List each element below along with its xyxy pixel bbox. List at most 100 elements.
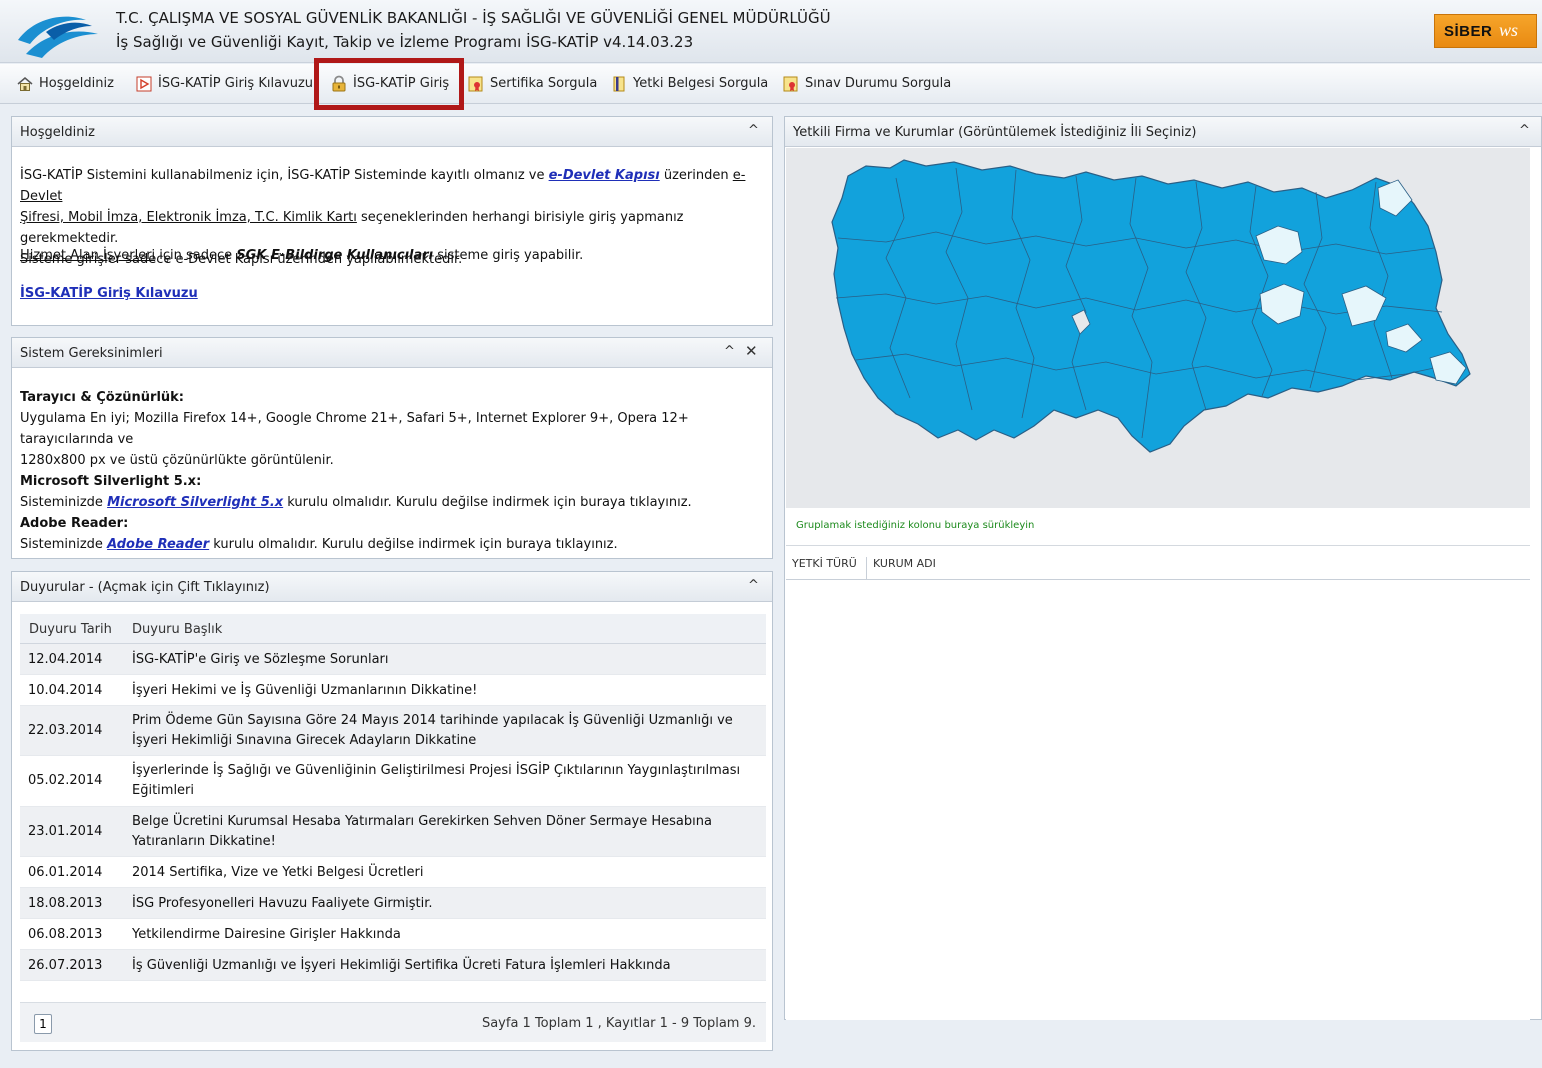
- row-date: 12.04.2014: [28, 652, 103, 667]
- row-date: 22.03.2014: [28, 723, 103, 738]
- toolbar-authorization-query-label: Yetki Belgesi Sorgula: [633, 76, 769, 91]
- table-row[interactable]: 18.08.2013 İSG Profesyonelleri Havuzu Fa…: [20, 888, 766, 919]
- table-row[interactable]: 06.08.2013 Yetkilendirme Dairesine Giriş…: [20, 919, 766, 950]
- requirements-body: Tarayıcı & Çözünürlük: Uygulama En iyi; …: [20, 387, 772, 555]
- table-row[interactable]: 22.03.2014 Prim Ödeme Gün Sayısına Göre …: [20, 706, 766, 756]
- table-row[interactable]: 10.04.2014 İşyeri Hekimi ve İş Güvenliği…: [20, 675, 766, 706]
- brand-script: ws: [1499, 20, 1519, 40]
- toolbar-exam-status-query-label: Sınav Durumu Sorgula: [805, 76, 952, 91]
- page-1-button[interactable]: 1: [34, 1014, 52, 1034]
- toolbar-welcome-label: Hoşgeldiniz: [39, 76, 114, 91]
- browser-text: Uygulama En iyi; Mozilla Firefox 14+, Go…: [20, 411, 689, 447]
- col-date-header[interactable]: Duyuru Tarih: [29, 622, 112, 637]
- row-date: 06.01.2014: [28, 865, 103, 880]
- collapse-icon[interactable]: ^: [1519, 123, 1530, 138]
- certificate-icon: [783, 76, 798, 92]
- announcements-panel-title: Duyurular - (Açmak için Çift Tıklayınız): [20, 580, 270, 595]
- firms-grid-body: [786, 580, 1530, 1020]
- requirements-text: Sisteminizde: [20, 537, 108, 552]
- adobe-heading: Adobe Reader:: [20, 516, 129, 531]
- col-type-header[interactable]: YETKİ TÜRÜ: [792, 557, 857, 570]
- table-row[interactable]: 26.07.2013 İş Güvenliği Uzmanlığı ve İşy…: [20, 950, 766, 981]
- row-date: 10.04.2014: [28, 683, 103, 698]
- firms-panel: Yetkili Firma ve Kurumlar (Görüntülemek …: [784, 116, 1542, 1020]
- brand-text: SİBER: [1444, 23, 1493, 40]
- browser-text: 1280x800 px ve üstü çözünürlükte görüntü…: [20, 453, 334, 468]
- collapse-icon[interactable]: ^: [748, 123, 759, 138]
- guide-link[interactable]: İSG-KATİP Giriş Kılavuzu: [20, 286, 198, 301]
- col-title-header[interactable]: Duyuru Başlık: [132, 622, 222, 637]
- siberws-logo: SİBER ws: [1434, 14, 1537, 48]
- col-name-header[interactable]: KURUM ADI: [873, 557, 936, 570]
- row-date: 26.07.2013: [28, 958, 103, 973]
- row-date: 23.01.2014: [28, 824, 103, 839]
- welcome-text: İSG-KATİP Sistemini kullanabilmeniz için…: [20, 168, 549, 183]
- turkey-map-area: [786, 148, 1530, 508]
- row-title: Yetkilendirme Dairesine Girişler Hakkınd…: [132, 927, 401, 942]
- document-icon: [613, 76, 625, 92]
- welcome-panel-header: Hoşgeldiniz ^: [12, 117, 772, 147]
- welcome-guide-row: İSG-KATİP Giriş Kılavuzu: [20, 283, 772, 304]
- row-date: 18.08.2013: [28, 896, 103, 911]
- ministry-logo-icon: [18, 16, 98, 58]
- row-title: İSG Profesyonelleri Havuzu Faaliyete Gir…: [132, 896, 433, 911]
- collapse-icon[interactable]: ^: [724, 344, 735, 359]
- row-title: İSG-KATİP'e Giriş ve Sözleşme Sorunları: [132, 652, 389, 667]
- announcements-panel-header: Duyurular - (Açmak için Çift Tıklayınız)…: [12, 572, 772, 602]
- page-info: Sayfa 1 Toplam 1 , Kayıtlar 1 - 9 Toplam…: [481, 1016, 756, 1031]
- welcome-panel-title: Hoşgeldiniz: [20, 125, 95, 140]
- row-title: Prim Ödeme Gün Sayısına Göre 24 Mayıs 20…: [132, 713, 733, 748]
- adobe-reader-link[interactable]: Adobe Reader: [107, 537, 209, 552]
- welcome-text: için sadece: [155, 248, 237, 263]
- table-row[interactable]: 05.02.2014 İşyerlerinde İş Sağlığı ve Gü…: [20, 756, 766, 807]
- table-row[interactable]: 06.01.2014 2014 Sertifika, Vize ve Yetki…: [20, 857, 766, 888]
- service-workplaces-underline: Hizmet Alan İşyerleri: [20, 248, 156, 263]
- welcome-text: üzerinden: [659, 168, 733, 183]
- row-title: İşyerlerinde İş Sağlığı ve Güvenliğinin …: [132, 763, 741, 798]
- header-title: T.C. ÇALIŞMA VE SOSYAL GÜVENLİK BAKANLIĞ…: [116, 9, 831, 27]
- requirements-text: kurulu olmalıdır. Kurulu değilse indirme…: [283, 495, 692, 510]
- login-methods-underline: Şifresi, Mobil İmza, Elektronik İmza, T.…: [20, 210, 357, 225]
- row-date: 05.02.2014: [28, 773, 103, 788]
- browser-heading: Tarayıcı & Çözünürlük:: [20, 390, 184, 405]
- requirements-text: Sisteminizde: [20, 495, 108, 510]
- silverlight-link[interactable]: Microsoft Silverlight 5.x: [107, 495, 283, 510]
- requirements-panel-header: Sistem Gereksinimleri ^ ✕: [12, 338, 772, 368]
- table-row[interactable]: 23.01.2014 Belge Ücretini Kurumsal Hesab…: [20, 807, 766, 857]
- table-header: Duyuru Tarih Duyuru Başlık: [20, 614, 766, 644]
- certificate-icon: [468, 76, 483, 92]
- welcome-text: sisteme giriş yapabilir.: [433, 248, 584, 263]
- main-toolbar: Hoşgeldiniz İSG-KATİP Giriş Kılavuzu İSG…: [0, 64, 1542, 104]
- row-date: 06.08.2013: [28, 927, 103, 942]
- firms-panel-title: Yetkili Firma ve Kurumlar (Görüntülemek …: [793, 125, 1197, 140]
- toolbar-guide-label: İSG-KATİP Giriş Kılavuzu: [158, 76, 314, 91]
- app-header: T.C. ÇALIŞMA VE SOSYAL GÜVENLİK BAKANLIĞ…: [0, 0, 1542, 63]
- requirements-panel-title: Sistem Gereksinimleri: [20, 346, 163, 361]
- adobe-text: Sisteminizde Adobe Reader kurulu olmalıd…: [20, 534, 772, 555]
- row-title: 2014 Sertifika, Vize ve Yetki Belgesi Üc…: [132, 865, 424, 880]
- turkey-map[interactable]: [786, 148, 1530, 508]
- e-devlet-link[interactable]: e-Devlet Kapısı: [549, 168, 660, 183]
- table-row[interactable]: 12.04.2014 İSG-KATİP'e Giriş ve Sözleşme…: [20, 644, 766, 675]
- row-title: İş Güvenliği Uzmanlığı ve İşyeri Hekimli…: [132, 958, 671, 973]
- toolbar-certificate-query-label: Sertifika Sorgula: [490, 76, 598, 91]
- close-icon[interactable]: ✕: [745, 342, 758, 360]
- header-subtitle: İş Sağlığı ve Güvenliği Kayıt, Takip ve …: [116, 33, 694, 51]
- requirements-text: kurulu olmalıdır. Kurulu değilse indirme…: [209, 537, 618, 552]
- row-title: Belge Ücretini Kurumsal Hesaba Yatırmala…: [132, 814, 712, 849]
- welcome-panel: Hoşgeldiniz ^ İSG-KATİP Sistemini kullan…: [11, 116, 773, 326]
- announcements-panel: Duyurular - (Açmak için Çift Tıklayınız)…: [11, 571, 773, 1051]
- collapse-icon[interactable]: ^: [748, 578, 759, 593]
- firms-panel-header: Yetkili Firma ve Kurumlar (Görüntülemek …: [785, 117, 1541, 147]
- pdf-icon: [136, 76, 152, 92]
- row-title: İşyeri Hekimi ve İş Güvenliği Uzmanların…: [132, 683, 478, 698]
- requirements-panel: Sistem Gereksinimleri ^ ✕ Tarayıcı & Çöz…: [11, 337, 773, 559]
- group-by-area[interactable]: Gruplamak istediğiniz kolonu buraya sürü…: [786, 508, 1530, 546]
- announcements-pager: 1 Sayfa 1 Toplam 1 , Kayıtlar 1 - 9 Topl…: [20, 1002, 766, 1042]
- sgk-users-emphasis: SGK E-Bildirge Kullanıcıları: [236, 248, 434, 263]
- group-hint: Gruplamak istediğiniz kolonu buraya sürü…: [796, 520, 1035, 531]
- firms-grid-header: YETKİ TÜRÜ KURUM ADI: [786, 546, 1530, 591]
- welcome-paragraph-2: Hizmet Alan İşyerleri için sadece SGK E-…: [20, 245, 772, 266]
- login-highlight-box: [314, 58, 464, 110]
- silverlight-text: Sisteminizde Microsoft Silverlight 5.x k…: [20, 492, 772, 513]
